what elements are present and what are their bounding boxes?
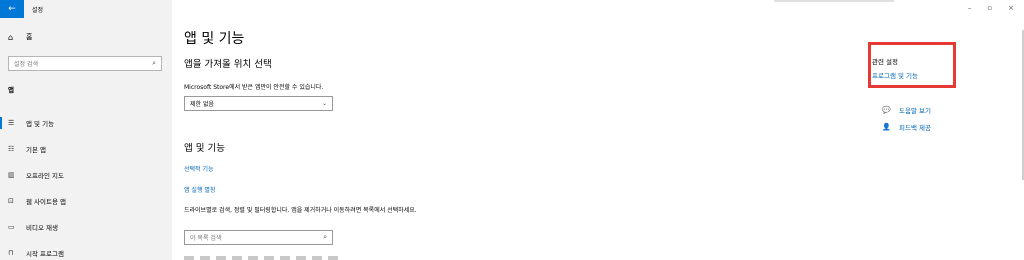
page-title: 앱 및 기능 bbox=[184, 31, 245, 47]
optional-features-link[interactable]: 선택적 기능 bbox=[184, 164, 214, 173]
sidebar-item-offline-maps[interactable]: ▥ 오프라인 지도 bbox=[0, 162, 172, 188]
minimize-icon[interactable]: – bbox=[968, 4, 972, 12]
map-icon: ▥ bbox=[8, 171, 15, 179]
get-help-link[interactable]: 💬 도움말 보기 bbox=[882, 105, 931, 115]
select-value: 제한 없음 bbox=[190, 101, 214, 108]
list-search-input[interactable]: 이 목록 검색 ⌕ bbox=[184, 230, 333, 245]
related-settings-title: 관련 설정 bbox=[872, 58, 898, 66]
sidebar-item-label: 시작 프로그램 bbox=[26, 250, 64, 258]
titlebar: ← 설정 bbox=[0, 0, 172, 18]
get-help-label: 도움말 보기 bbox=[899, 107, 931, 115]
sidebar-item-label: 기본 앱 bbox=[26, 146, 47, 154]
feedback-person-icon: 👤 bbox=[882, 123, 891, 131]
settings-window: ← 설정 ⌂ 홈 설정 검색 ⌕ 앱 ☰ 앱 및 기능 ☷ 기본 앱 ▥ 오프라… bbox=[0, 0, 1024, 260]
home-label: 홈 bbox=[26, 33, 33, 41]
home-nav[interactable]: ⌂ 홈 bbox=[8, 32, 32, 42]
search-icon: ⌕ bbox=[152, 59, 156, 67]
sidebar-nav: ☰ 앱 및 기능 ☷ 기본 앱 ▥ 오프라인 지도 ⊡ 웹 사이트용 앱 ▭ 비… bbox=[0, 110, 172, 260]
main-content: – ▫ × 앱 및 기능 앱을 가져올 위치 선택 Microsoft Stor… bbox=[172, 0, 1024, 260]
give-feedback-link[interactable]: 👤 피드백 제공 bbox=[882, 122, 931, 132]
sidebar-item-label: 비디오 재생 bbox=[26, 224, 58, 232]
app-title: 설정 bbox=[32, 6, 44, 14]
website-apps-icon: ⊡ bbox=[8, 197, 14, 205]
close-icon[interactable]: × bbox=[1008, 4, 1014, 12]
settings-search-input[interactable]: 설정 검색 ⌕ bbox=[8, 56, 162, 71]
back-arrow-icon: ← bbox=[8, 4, 16, 14]
sidebar-item-website-apps[interactable]: ⊡ 웹 사이트용 앱 bbox=[0, 188, 172, 214]
section-label: 앱 bbox=[8, 86, 14, 94]
cutoff-content bbox=[184, 256, 344, 260]
choose-source-description: Microsoft Store에서 받은 앱만이 안전할 수 있습니다. bbox=[184, 84, 324, 91]
search-placeholder: 설정 검색 bbox=[14, 61, 38, 68]
programs-features-link[interactable]: 프로그램 및 기능 bbox=[872, 70, 918, 80]
sidebar-item-label: 웹 사이트용 앱 bbox=[26, 198, 67, 206]
sidebar-item-label: 앱 및 기능 bbox=[26, 120, 55, 128]
sidebar-item-label: 오프라인 지도 bbox=[26, 172, 64, 180]
default-apps-icon: ☷ bbox=[8, 145, 15, 153]
sidebar-item-video-playback[interactable]: ▭ 비디오 재생 bbox=[0, 214, 172, 240]
home-icon: ⌂ bbox=[8, 32, 14, 42]
give-feedback-label: 피드백 제공 bbox=[899, 124, 931, 132]
sidebar-item-startup[interactable]: ⊓ 시작 프로그램 bbox=[0, 240, 172, 260]
video-icon: ▭ bbox=[8, 223, 15, 231]
apps-description: 드라이브별로 검색, 정렬 및 필터링합니다. 앱을 제거하거나 이동하려면 목… bbox=[184, 207, 417, 214]
app-source-select[interactable]: 제한 없음 ⌄ bbox=[184, 96, 333, 111]
chevron-down-icon: ⌄ bbox=[321, 100, 327, 107]
apps-list-icon: ☰ bbox=[8, 119, 15, 127]
sidebar-item-apps-features[interactable]: ☰ 앱 및 기능 bbox=[0, 110, 172, 136]
sidebar-item-default-apps[interactable]: ☷ 기본 앱 bbox=[0, 136, 172, 162]
apps-features-heading: 앱 및 기능 bbox=[184, 143, 225, 154]
popup-edge bbox=[774, 0, 894, 2]
startup-icon: ⊓ bbox=[8, 249, 14, 257]
window-controls: – ▫ × bbox=[968, 4, 1014, 12]
choose-source-heading: 앱을 가져올 위치 선택 bbox=[184, 59, 272, 70]
list-search-placeholder: 이 목록 검색 bbox=[190, 235, 222, 242]
sidebar: ← 설정 ⌂ 홈 설정 검색 ⌕ 앱 ☰ 앱 및 기능 ☷ 기본 앱 ▥ 오프라… bbox=[0, 0, 172, 260]
app-aliases-link[interactable]: 앱 실행 별칭 bbox=[184, 185, 215, 194]
back-button[interactable]: ← bbox=[0, 0, 24, 18]
help-chat-icon: 💬 bbox=[882, 106, 891, 114]
search-icon: ⌕ bbox=[323, 233, 327, 241]
maximize-icon[interactable]: ▫ bbox=[987, 4, 992, 12]
